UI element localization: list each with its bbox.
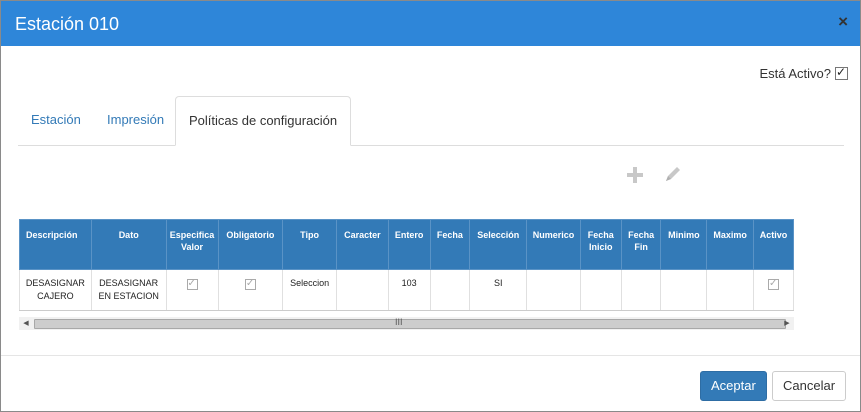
cancel-button[interactable]: Cancelar	[772, 371, 847, 401]
col-descripcion[interactable]: Descripción	[19, 219, 92, 270]
especifica-valor-checkbox	[186, 277, 198, 290]
tab-estacion[interactable]: Estación	[18, 96, 94, 144]
dialog: Estación 010 × Está Activo? Estación Imp…	[0, 0, 861, 412]
col-dato[interactable]: Dato	[90, 219, 167, 270]
dialog-header: Estación 010 ×	[1, 1, 860, 46]
cell-maximo	[706, 269, 755, 310]
col-tipo[interactable]: Tipo	[282, 219, 337, 270]
horizontal-scrollbar[interactable]: ◀ III ▶	[19, 317, 794, 330]
scroll-right-arrow-icon[interactable]: ▶	[780, 317, 794, 330]
table-row[interactable]: DESASIGNAR CAJERO DESASIGNAR EN ESTACION…	[19, 269, 794, 310]
col-fecha[interactable]: Fecha	[429, 219, 471, 270]
cell-numerico	[526, 269, 581, 310]
dialog-footer: Aceptar Cancelar	[1, 355, 860, 411]
activo-checkbox	[768, 277, 780, 290]
col-entero[interactable]: Entero	[387, 219, 431, 270]
tab-politicas[interactable]: Políticas de configuración	[175, 96, 352, 146]
scroll-grip: III	[395, 317, 403, 327]
col-fecha-fin[interactable]: Fecha Fin	[620, 219, 662, 270]
close-icon[interactable]: ×	[838, 12, 848, 32]
plus-icon[interactable]	[626, 164, 644, 190]
col-seleccion[interactable]: Selección	[469, 219, 528, 270]
col-minimo[interactable]: Minimo	[660, 219, 708, 270]
active-toggle: Está Activo?	[759, 65, 848, 81]
cell-obligatorio	[217, 269, 284, 310]
cell-descripcion: DESASIGNAR CAJERO	[19, 269, 92, 310]
cell-tipo: Seleccion	[282, 269, 337, 310]
dialog-title: Estación 010	[15, 14, 120, 34]
active-label: Está Activo?	[759, 66, 831, 81]
cell-fecha-inicio	[579, 269, 622, 310]
scroll-thumb[interactable]: III	[34, 317, 786, 329]
cell-minimo	[660, 269, 708, 310]
cell-dato: DESASIGNAR EN ESTACION	[90, 269, 167, 310]
cell-fecha	[429, 269, 471, 310]
cell-entero: 103	[387, 269, 431, 310]
cell-fecha-fin	[620, 269, 662, 310]
cell-especifica-valor	[165, 269, 219, 310]
obligatorio-checkbox	[244, 277, 256, 290]
col-maximo[interactable]: Maximo	[706, 219, 755, 270]
col-activo[interactable]: Activo	[753, 219, 794, 270]
col-obligatorio[interactable]: Obligatorio	[217, 219, 284, 270]
col-caracter[interactable]: Caracter	[335, 219, 389, 270]
pencil-icon[interactable]	[663, 164, 683, 190]
cell-seleccion: SI	[469, 269, 528, 310]
cell-caracter	[335, 269, 389, 310]
active-checkbox[interactable]	[835, 65, 848, 80]
cell-activo	[753, 269, 794, 310]
config-grid: Descripción Dato Especifica Valor Obliga…	[19, 219, 794, 311]
accept-button[interactable]: Aceptar	[700, 371, 767, 401]
tab-bar: Estación Impresión Políticas de configur…	[18, 96, 844, 146]
scroll-left-arrow-icon[interactable]: ◀	[19, 317, 33, 330]
tab-impresion[interactable]: Impresión	[94, 96, 177, 144]
col-fecha-inicio[interactable]: Fecha Inicio	[579, 219, 622, 270]
col-numerico[interactable]: Numerico	[526, 219, 581, 270]
col-especifica-valor[interactable]: Especifica Valor	[165, 219, 219, 270]
grid-header-row: Descripción Dato Especifica Valor Obliga…	[19, 219, 794, 270]
